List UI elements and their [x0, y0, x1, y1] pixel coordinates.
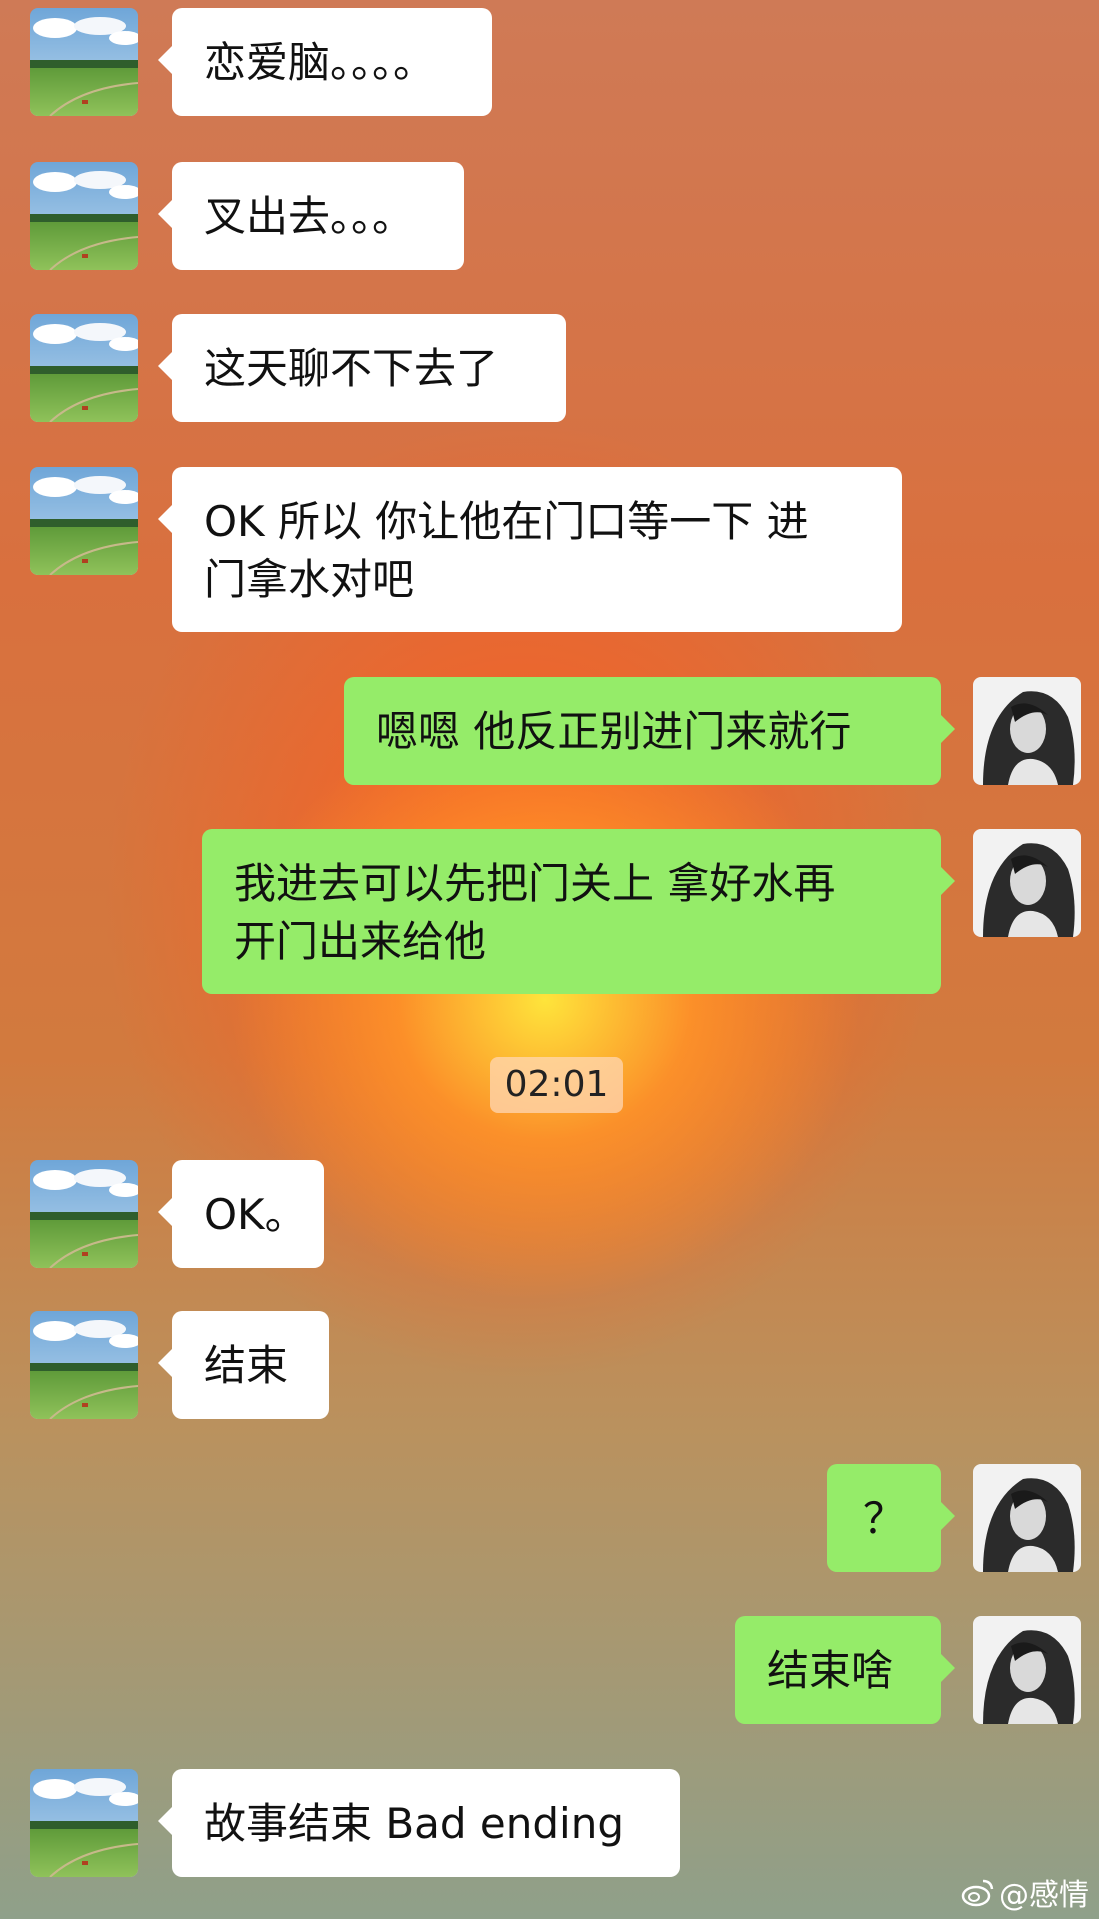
timestamp: 02:01: [490, 1057, 623, 1113]
incoming-message-bubble[interactable]: OK 所以 你让他在门口等一下 进 门拿水对吧: [158, 467, 902, 632]
self-avatar[interactable]: [973, 1616, 1081, 1724]
watermark: @感情: [961, 1870, 1089, 1914]
outgoing-message-bubble[interactable]: 结束啥: [735, 1616, 955, 1724]
contact-avatar[interactable]: [30, 162, 138, 270]
incoming-message-bubble[interactable]: 这天聊不下去了: [158, 314, 566, 422]
contact-avatar[interactable]: [30, 1311, 138, 1419]
incoming-message-bubble[interactable]: 故事结束 Bad ending: [158, 1769, 680, 1877]
contact-avatar[interactable]: [30, 1160, 138, 1268]
incoming-message-bubble[interactable]: 叉出去。。。: [158, 162, 464, 270]
self-avatar[interactable]: [973, 677, 1081, 785]
incoming-message-bubble[interactable]: OK。: [158, 1160, 324, 1268]
contact-avatar[interactable]: [30, 314, 138, 422]
incoming-message-bubble[interactable]: 结束: [158, 1311, 329, 1419]
self-avatar[interactable]: [973, 829, 1081, 937]
contact-avatar[interactable]: [30, 8, 138, 116]
outgoing-message-bubble[interactable]: ？: [827, 1464, 955, 1572]
weibo-icon: [961, 1879, 994, 1907]
watermark-text: @感情: [999, 1878, 1089, 1913]
outgoing-message-bubble[interactable]: 嗯嗯 他反正别进门来就行: [344, 677, 955, 785]
outgoing-message-bubble[interactable]: 我进去可以先把门关上 拿好水再 开门出来给他: [202, 829, 955, 994]
contact-avatar[interactable]: [30, 467, 138, 575]
contact-avatar[interactable]: [30, 1769, 138, 1877]
self-avatar[interactable]: [973, 1464, 1081, 1572]
incoming-message-bubble[interactable]: 恋爱脑。。。。: [158, 8, 492, 116]
